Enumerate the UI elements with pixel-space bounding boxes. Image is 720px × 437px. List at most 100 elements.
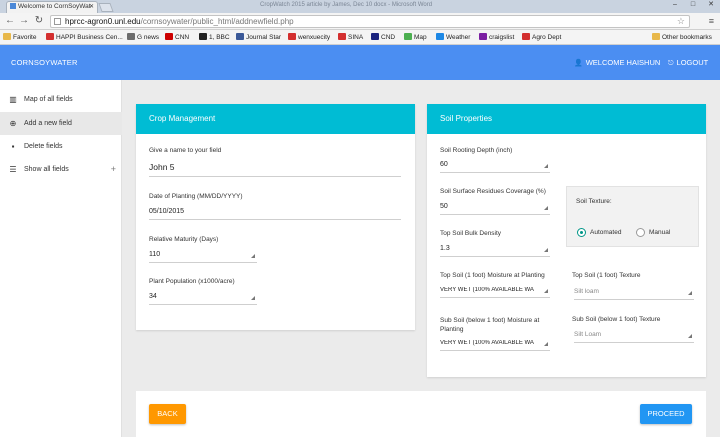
- bookmark-icon: [338, 33, 346, 40]
- back-arrow-icon[interactable]: ←: [4, 15, 16, 27]
- url-host: hprcc-agron0.unl.edu: [65, 17, 141, 26]
- dropdown-arrow-icon: [251, 296, 255, 300]
- logout-icon: ⎋: [668, 60, 674, 67]
- bookmark-item[interactable]: G news: [127, 33, 159, 41]
- sub-moisture-label: Sub Soil (below 1 foot) Moisture at Plan…: [440, 317, 540, 333]
- sidebar-item-map[interactable]: ▥ Map of all fields: [0, 88, 122, 111]
- list-icon: ☰: [9, 165, 17, 174]
- planting-date-input[interactable]: 05/10/2015: [149, 208, 401, 220]
- bookmark-item[interactable]: wenxuecity: [288, 33, 330, 41]
- app-brand[interactable]: CORNSOYWATER: [11, 58, 78, 67]
- new-tab-button[interactable]: [98, 3, 114, 12]
- sub-moisture-select[interactable]: VERY WET (100% AVAILABLE WA: [440, 340, 550, 351]
- map-icon: ▥: [9, 95, 17, 104]
- bookmark-item[interactable]: 1, BBC: [199, 33, 230, 41]
- bookmark-item[interactable]: Favorite: [3, 33, 36, 41]
- bookmark-icon: [288, 33, 296, 40]
- folder-icon: [652, 33, 660, 40]
- browser-titlebar: Welcome to CornSoyWat ✕ CropWatch 2015 a…: [0, 0, 720, 13]
- bookmark-item[interactable]: craigslist: [479, 33, 514, 41]
- proceed-button[interactable]: PROCEED: [640, 404, 692, 424]
- minimize-icon[interactable]: –: [666, 0, 684, 10]
- folder-icon: [3, 33, 11, 40]
- expand-plus-icon[interactable]: +: [111, 158, 116, 181]
- bulk-density-select[interactable]: 1.3: [440, 245, 550, 257]
- url-path: /cornsoywater/public_html/addnewfield.ph…: [140, 17, 294, 26]
- maximize-icon[interactable]: □: [684, 0, 702, 10]
- dropdown-arrow-icon: [544, 164, 548, 168]
- dropdown-arrow-icon: [544, 342, 548, 346]
- window-close-icon[interactable]: ✕: [702, 0, 720, 10]
- top-moisture-label: Top Soil (1 foot) Moisture at Planting: [440, 272, 545, 279]
- field-name-input[interactable]: John 5: [149, 162, 401, 177]
- sidebar: ▥ Map of all fields ⊕ Add a new field ▪ Del…: [0, 80, 122, 437]
- soil-card-title: Soil Properties: [427, 104, 706, 134]
- sidebar-item-show-all[interactable]: ☰ Show all fields +: [0, 158, 122, 181]
- page-info-icon[interactable]: [54, 18, 61, 25]
- logout-link[interactable]: ⎋ LOGOUT: [668, 58, 708, 68]
- maturity-select[interactable]: 110: [149, 251, 257, 263]
- rooting-depth-select[interactable]: 60: [440, 161, 550, 173]
- top-moisture-select[interactable]: VERY WET (100% AVAILABLE WA: [440, 287, 550, 298]
- tab-close-icon[interactable]: ✕: [89, 3, 94, 10]
- browser-tab[interactable]: Welcome to CornSoyWat ✕: [6, 1, 98, 13]
- automated-label: Automated: [590, 229, 622, 236]
- bookmark-icon: [46, 33, 54, 40]
- bookmark-item[interactable]: Weather: [436, 33, 470, 41]
- population-select[interactable]: 34: [149, 293, 257, 305]
- bookmark-item[interactable]: SINA: [338, 33, 363, 41]
- bookmark-icon: [436, 33, 444, 40]
- dropdown-arrow-icon: [544, 289, 548, 293]
- dropdown-arrow-icon: [688, 291, 692, 295]
- dropdown-arrow-icon: [544, 248, 548, 252]
- residue-select[interactable]: 50: [440, 203, 550, 215]
- bookmark-icon: [522, 33, 530, 40]
- window-title: CropWatch 2015 article by James, Dec 10 …: [260, 2, 433, 8]
- bookmark-item[interactable]: HAPPI Business Cen...: [46, 33, 123, 41]
- bookmark-item[interactable]: Map: [404, 33, 427, 41]
- bookmark-icon: [199, 33, 207, 40]
- bookmark-star-icon[interactable]: ☆: [677, 16, 685, 27]
- bookmark-icon: [127, 33, 135, 40]
- dropdown-arrow-icon: [544, 206, 548, 210]
- dropdown-arrow-icon: [688, 334, 692, 338]
- bookmark-item[interactable]: Agro Dept: [522, 33, 561, 41]
- bookmarks-bar: Favorite HAPPI Business Cen... G news CN…: [0, 30, 720, 45]
- bookmark-icon: [371, 33, 379, 40]
- sub-texture-select[interactable]: Silt Loam: [574, 331, 694, 343]
- browser-menu-icon[interactable]: ≡: [709, 16, 714, 26]
- back-button[interactable]: BACK: [149, 404, 186, 424]
- bookmark-icon: [236, 33, 244, 40]
- welcome-user[interactable]: 👤 WELCOME HAISHUN: [574, 58, 660, 67]
- browser-toolbar: ← → ↻ hprcc-agron0.unl.edu/cornsoywater/…: [0, 13, 720, 30]
- user-icon: 👤: [574, 60, 583, 67]
- top-texture-select[interactable]: Silt loam: [574, 288, 694, 300]
- sidebar-item-delete[interactable]: ▪ Delete fields: [0, 135, 122, 158]
- bookmark-icon: [404, 33, 412, 40]
- population-label: Plant Population (x1000/acre): [149, 278, 235, 285]
- bookmark-item[interactable]: CNN: [165, 33, 189, 41]
- planting-date-label: Date of Planting (MM/DD/YYYY): [149, 193, 243, 200]
- tab-favicon-icon: [10, 3, 16, 9]
- field-name-label: Give a name to your field: [149, 147, 222, 154]
- manual-radio[interactable]: [636, 228, 645, 237]
- trash-icon: ▪: [11, 142, 15, 151]
- address-bar[interactable]: hprcc-agron0.unl.edu/cornsoywater/public…: [50, 15, 690, 28]
- bookmark-item[interactable]: CND: [371, 33, 395, 41]
- forward-arrow-icon[interactable]: →: [18, 15, 30, 27]
- reload-icon[interactable]: ↻: [33, 15, 45, 27]
- residue-label: Soil Surface Residues Coverage (%): [440, 188, 546, 195]
- soil-texture-box: Soil Texture: Automated Manual: [566, 186, 699, 247]
- rooting-depth-label: Soil Rooting Depth (inch): [440, 147, 513, 154]
- sidebar-item-add-field[interactable]: ⊕ Add a new field: [0, 112, 122, 135]
- soil-texture-label: Soil Texture:: [576, 198, 612, 205]
- app-header: CORNSOYWATER 👤 WELCOME HAISHUN ⎋ LOGOUT: [0, 45, 720, 80]
- action-bar: [136, 391, 706, 437]
- bookmark-icon: [165, 33, 173, 40]
- dropdown-arrow-icon: [251, 254, 255, 258]
- tab-title: Welcome to CornSoyWat: [18, 3, 91, 10]
- bookmark-item[interactable]: Journal Star: [236, 33, 281, 41]
- automated-radio[interactable]: [577, 228, 586, 237]
- bulk-density-label: Top Soil Bulk Density: [440, 230, 502, 237]
- other-bookmarks[interactable]: Other bookmarks: [652, 33, 712, 41]
